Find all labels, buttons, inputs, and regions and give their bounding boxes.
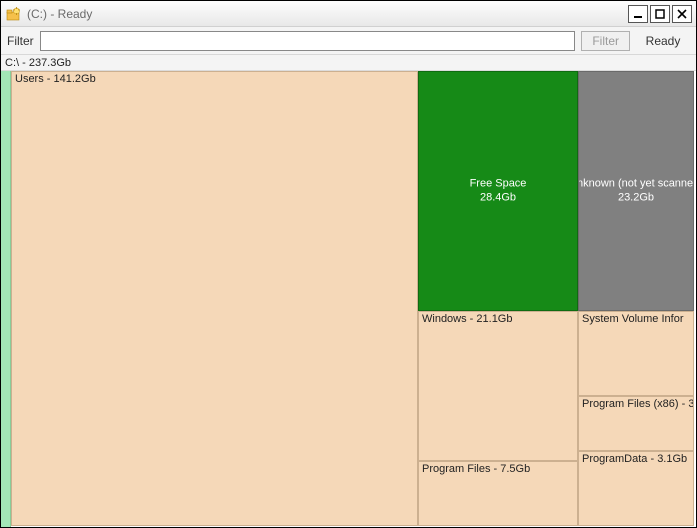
treemap-cell-program-files[interactable]: Program Files - 7.5Gb xyxy=(418,461,578,526)
maximize-button[interactable] xyxy=(650,5,670,23)
treemap-cell-users[interactable]: Users - 141.2Gb xyxy=(11,71,418,526)
cell-label: Program Files - 7.5Gb xyxy=(422,463,530,475)
cell-size: 23.2Gb xyxy=(578,191,694,205)
treemap-cell-system-volume[interactable]: System Volume Infor xyxy=(578,311,694,396)
cell-label: ProgramData - 3.1Gb xyxy=(582,453,687,465)
status-text: Ready xyxy=(636,34,690,48)
treemap: Users - 141.2Gb Free Space 28.4Gb Unknow… xyxy=(1,71,696,527)
filter-label: Filter xyxy=(7,34,34,48)
cell-size: 28.4Gb xyxy=(470,191,527,205)
cell-label: Free Space 28.4Gb xyxy=(470,177,527,206)
breadcrumb[interactable]: C:\ - 237.3Gb xyxy=(1,55,696,71)
treemap-cell-windows[interactable]: Windows - 21.1Gb xyxy=(418,311,578,461)
cell-label: Users - 141.2Gb xyxy=(15,73,96,85)
treemap-cell-program-files-x86[interactable]: Program Files (x86) - 3 xyxy=(578,396,694,451)
cell-label: Program Files (x86) - 3 xyxy=(582,398,694,410)
cell-label: System Volume Infor xyxy=(582,313,684,325)
treemap-gutter xyxy=(1,71,11,527)
cell-name: Unknown (not yet scanned) xyxy=(578,177,694,191)
minimize-button[interactable] xyxy=(628,5,648,23)
window: (C:) - Ready Filter Filter Ready C:\ - 2… xyxy=(0,0,697,528)
cell-label: Unknown (not yet scanned) 23.2Gb xyxy=(578,177,694,206)
titlebar: (C:) - Ready xyxy=(1,1,696,27)
treemap-cell-programdata[interactable]: ProgramData - 3.1Gb xyxy=(578,451,694,526)
treemap-cell-unknown[interactable]: Unknown (not yet scanned) 23.2Gb xyxy=(578,71,694,311)
cell-label: Windows - 21.1Gb xyxy=(422,313,512,325)
cell-name: Free Space xyxy=(470,177,527,191)
app-icon xyxy=(5,6,21,22)
filter-toolbar: Filter Filter Ready xyxy=(1,27,696,55)
window-title: (C:) - Ready xyxy=(27,7,628,21)
treemap-cell-free-space[interactable]: Free Space 28.4Gb xyxy=(418,71,578,311)
filter-button[interactable]: Filter xyxy=(581,31,630,51)
filter-input[interactable] xyxy=(40,31,576,51)
close-button[interactable] xyxy=(672,5,692,23)
window-controls xyxy=(628,5,692,23)
